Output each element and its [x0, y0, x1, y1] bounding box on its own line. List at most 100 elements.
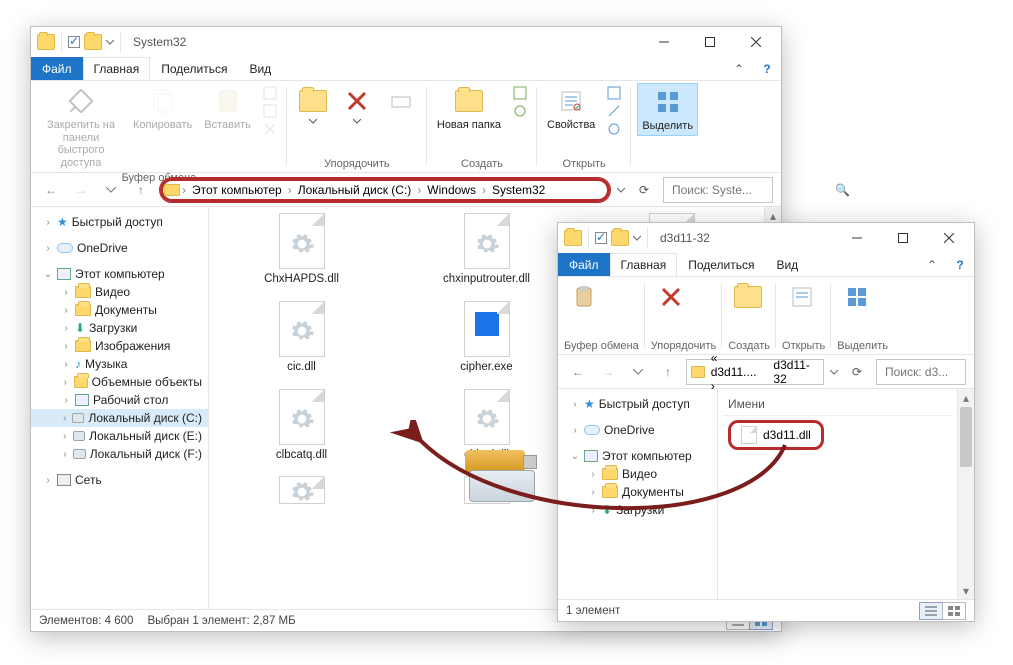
qat-dropdown-icon[interactable] — [106, 38, 114, 46]
pin-to-quick-access-button[interactable]: Закрепить на панели быстрого доступа — [37, 83, 125, 172]
tab-share[interactable]: Поделиться — [677, 253, 765, 276]
back-button[interactable]: ← — [566, 360, 590, 384]
new-folder-button[interactable]: Новая папка — [433, 83, 505, 134]
tree-item[interactable]: ›Документы — [558, 483, 717, 501]
address-bar[interactable]: › Этот компьютер› Локальный диск (C:)› W… — [159, 177, 611, 203]
vertical-scrollbar[interactable]: ▴ ▾ — [957, 389, 974, 599]
tree-network[interactable]: ›Сеть — [31, 471, 208, 489]
maximize-button[interactable] — [880, 223, 926, 253]
tab-home[interactable]: Главная — [610, 253, 678, 276]
tree-item[interactable]: ›Локальный диск (E:) — [31, 427, 208, 445]
minimize-button[interactable] — [641, 27, 687, 57]
breadcrumb-segment[interactable]: Этот компьютер — [188, 183, 286, 197]
refresh-button[interactable]: ⟳ — [631, 177, 657, 203]
tree-thispc[interactable]: ⌄Этот компьютер — [31, 265, 208, 283]
address-dropdown-icon[interactable] — [617, 186, 625, 194]
open-button[interactable] — [603, 85, 625, 101]
file-pane[interactable]: Имени d3d11.dll — [718, 389, 957, 599]
tree-item[interactable]: ›♪Музыка — [31, 355, 208, 373]
paste-button[interactable]: Вставить — [200, 83, 255, 134]
collapse-ribbon-button[interactable]: ⌃ — [918, 253, 946, 276]
collapse-ribbon-button[interactable]: ⌃ — [725, 57, 753, 80]
cut-button[interactable] — [259, 121, 281, 137]
folder-icon[interactable] — [611, 230, 629, 246]
refresh-button[interactable]: ⟳ — [844, 359, 870, 385]
edit-button[interactable] — [603, 103, 625, 119]
select-all-button[interactable]: Выделить — [637, 83, 698, 136]
file-item[interactable]: cipher.exe — [398, 301, 575, 375]
qat-dropdown-icon[interactable] — [633, 234, 641, 242]
clipboard-button[interactable] — [564, 279, 604, 315]
nav-tree[interactable]: ›★Быстрый доступ ›OneDrive ⌄Этот компьют… — [558, 389, 718, 599]
tab-view[interactable]: Вид — [238, 57, 282, 80]
rename-button[interactable] — [381, 83, 421, 119]
address-dropdown-icon[interactable] — [830, 368, 838, 376]
qat-checkbox-icon[interactable] — [595, 232, 607, 244]
delete-button[interactable] — [651, 279, 691, 315]
close-button[interactable] — [733, 27, 779, 57]
tab-view[interactable]: Вид — [765, 253, 809, 276]
tree-item[interactable]: ›⬇Загрузки — [558, 501, 717, 519]
column-header-name[interactable]: Имени — [722, 395, 953, 416]
recent-locations-button[interactable] — [626, 360, 650, 384]
search-input[interactable] — [670, 182, 829, 198]
tree-quick-access[interactable]: ›★Быстрый доступ — [31, 213, 208, 231]
tab-file[interactable]: Файл — [31, 57, 83, 80]
file-item-d3d11[interactable]: d3d11.dll — [728, 420, 824, 450]
forward-button[interactable]: → — [69, 178, 93, 202]
tree-item[interactable]: ›Локальный диск (F:) — [31, 445, 208, 463]
tree-onedrive[interactable]: ›OneDrive — [31, 239, 208, 257]
tree-item[interactable]: ›Изображения — [31, 337, 208, 355]
tree-quick-access[interactable]: ›★Быстрый доступ — [558, 395, 717, 413]
file-item[interactable]: chxinputrouter.dll — [398, 213, 575, 287]
file-item[interactable]: clbcatq.dll — [213, 389, 390, 463]
help-icon[interactable]: ? — [753, 57, 781, 80]
titlebar[interactable]: System32 — [31, 27, 781, 57]
help-icon[interactable]: ? — [946, 253, 974, 276]
up-button[interactable]: ↑ — [656, 360, 680, 384]
paste-shortcut-button[interactable] — [259, 103, 281, 119]
minimize-button[interactable] — [834, 223, 880, 253]
scroll-down-icon[interactable]: ▾ — [958, 582, 974, 599]
select-button[interactable] — [837, 279, 877, 315]
details-view-button[interactable] — [919, 602, 943, 620]
delete-button[interactable] — [337, 83, 377, 126]
file-item[interactable] — [213, 476, 390, 504]
move-to-button[interactable] — [293, 83, 333, 126]
nav-tree[interactable]: ›★Быстрый доступ ›OneDrive ⌄Этот компьют… — [31, 207, 209, 609]
icons-view-button[interactable] — [942, 602, 966, 620]
breadcrumb-segment[interactable]: Локальный диск (C:) — [294, 183, 416, 197]
scroll-thumb[interactable] — [960, 407, 972, 467]
tree-item[interactable]: ›Рабочий стол — [31, 391, 208, 409]
tree-item-selected[interactable]: ›Локальный диск (C:) — [31, 409, 208, 427]
breadcrumb-segment[interactable]: « d3d11.... › — [707, 351, 768, 393]
new-folder-button[interactable] — [728, 279, 768, 315]
tree-item[interactable]: ›Документы — [31, 301, 208, 319]
tab-share[interactable]: Поделиться — [150, 57, 238, 80]
tree-item[interactable]: ›Видео — [558, 465, 717, 483]
titlebar[interactable]: d3d11-32 — [558, 223, 974, 253]
easy-access-button[interactable] — [509, 103, 531, 119]
file-item[interactable]: cic.dll — [213, 301, 390, 375]
file-item[interactable]: ChxHAPDS.dll — [213, 213, 390, 287]
tab-home[interactable]: Главная — [83, 57, 151, 80]
folder-icon[interactable] — [84, 34, 102, 50]
tab-file[interactable]: Файл — [558, 253, 610, 276]
scroll-up-icon[interactable]: ▴ — [958, 389, 974, 406]
close-button[interactable] — [926, 223, 972, 253]
breadcrumb-segment[interactable]: d3d11-32 — [769, 358, 819, 386]
tree-item[interactable]: ›Объемные объекты — [31, 373, 208, 391]
tree-onedrive[interactable]: ›OneDrive — [558, 421, 717, 439]
search-input[interactable] — [883, 364, 1013, 380]
history-button[interactable] — [603, 121, 625, 137]
copy-button[interactable]: Копировать — [129, 83, 196, 134]
properties-button[interactable] — [782, 279, 822, 315]
qat-checkbox-icon[interactable] — [68, 36, 80, 48]
forward-button[interactable]: → — [596, 360, 620, 384]
tree-item[interactable]: ›Видео — [31, 283, 208, 301]
breadcrumb-segment[interactable]: Windows — [423, 183, 480, 197]
tree-item[interactable]: ›⬇Загрузки — [31, 319, 208, 337]
address-bar[interactable]: « d3d11.... › d3d11-32 — [686, 359, 824, 385]
new-item-button[interactable] — [509, 85, 531, 101]
copy-path-button[interactable] — [259, 85, 281, 101]
